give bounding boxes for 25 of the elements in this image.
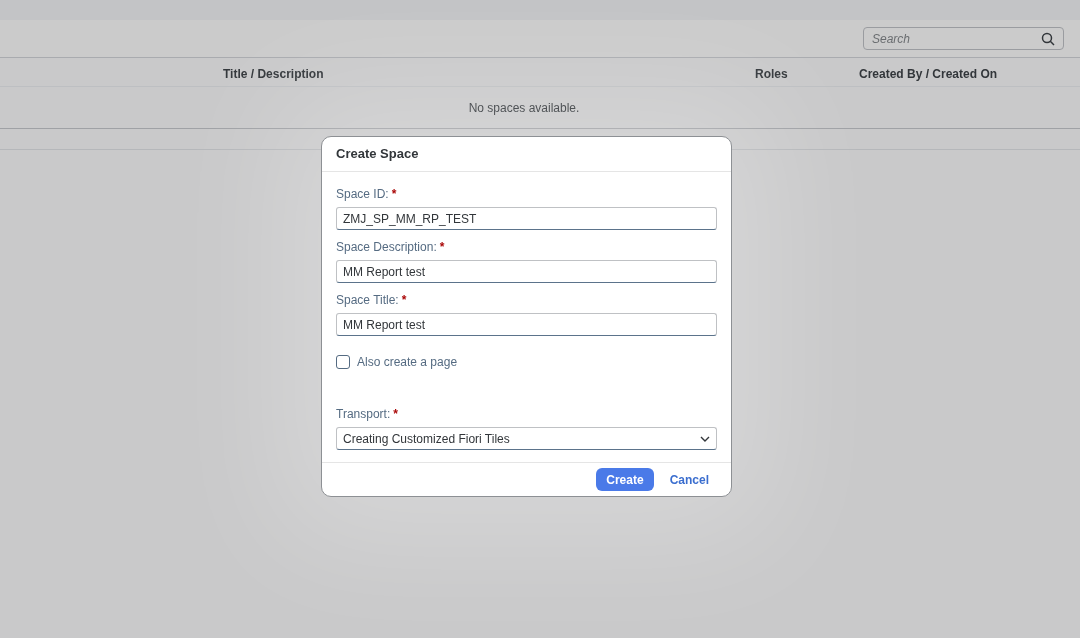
column-header: Roles (755, 66, 788, 83)
create-button[interactable]: Create (596, 468, 654, 491)
field-label: Space ID: (336, 186, 389, 203)
empty-message: No spaces available. (468, 99, 580, 117)
required-mark: * (439, 239, 445, 256)
required-mark: * (393, 406, 398, 423)
input-field[interactable]: ZMJ_SP_MM_RP_TEST (336, 207, 717, 230)
column-header: Created By / Created On (859, 66, 998, 83)
field-label: Space Title: (336, 292, 399, 309)
required-mark: * (391, 186, 397, 203)
cancel-link[interactable]: Cancel (669, 470, 709, 489)
search-field[interactable]: Search (863, 27, 1064, 50)
search-input: Search (872, 29, 1041, 48)
field-label: Transport: (336, 406, 391, 423)
search-icon[interactable] (1041, 31, 1055, 46)
field-label: Space Description: (336, 239, 437, 256)
transport-dropdown[interactable]: Creating Customized Fiori Tiles (336, 427, 717, 450)
dialog-title: Create Space (336, 145, 419, 164)
chevron-down-icon (700, 435, 710, 442)
column-header: Title / Description (223, 66, 324, 83)
checkbox[interactable] (336, 355, 350, 369)
input-field[interactable]: MM Report test (336, 260, 717, 283)
required-mark: * (401, 292, 407, 309)
checkbox-label[interactable]: Also create a page (357, 353, 458, 371)
input-field[interactable]: MM Report test (336, 313, 717, 336)
